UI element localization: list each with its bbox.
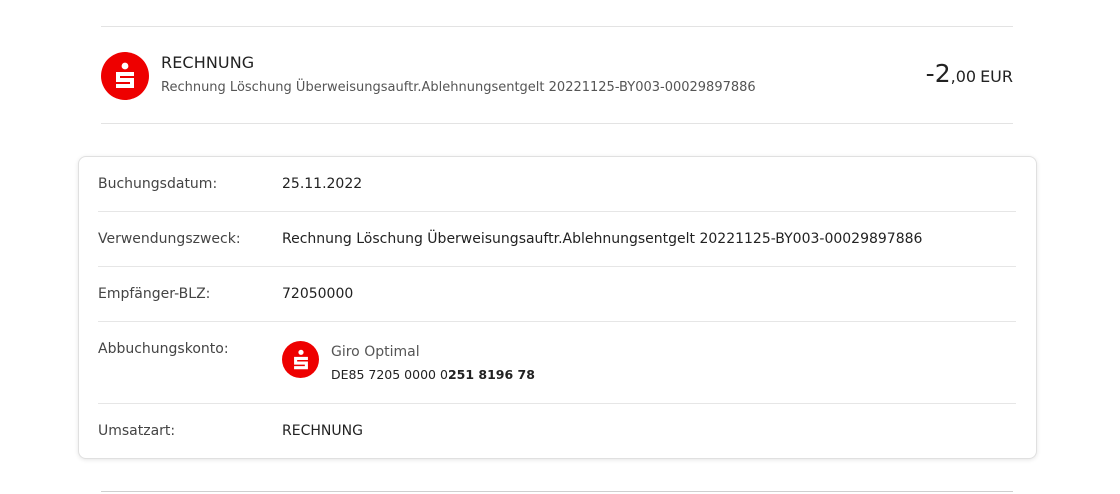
recipient-blz-value: 72050000 xyxy=(282,286,354,302)
purpose-value: Rechnung Löschung Überweisungsauftr.Able… xyxy=(282,231,923,247)
amount-currency: EUR xyxy=(980,67,1013,86)
account-iban: DE85 7205 0000 0251 8196 78 xyxy=(331,367,535,382)
purpose-label: Verwendungszweck: xyxy=(98,231,241,247)
booking-date-label: Buchungsdatum: xyxy=(98,176,218,192)
transaction-amount: -2,00 EUR xyxy=(926,59,1013,88)
row-divider xyxy=(98,321,1016,322)
transaction-detail-page: RECHNUNG Rechnung Löschung Überweisungsa… xyxy=(0,0,1120,494)
row-divider xyxy=(98,211,1016,212)
transaction-type-value: RECHNUNG xyxy=(282,423,363,439)
divider xyxy=(101,26,1013,27)
sparkasse-s-icon xyxy=(282,341,319,378)
account-name: Giro Optimal xyxy=(331,344,420,360)
row-divider xyxy=(98,403,1016,404)
iban-highlight: 251 8196 78 xyxy=(447,367,535,382)
divider xyxy=(101,123,1013,124)
debit-account-label: Abbuchungskonto: xyxy=(98,341,229,357)
recipient-blz-label: Empfänger-BLZ: xyxy=(98,286,211,302)
transaction-subtitle: Rechnung Löschung Überweisungsauftr.Able… xyxy=(161,80,756,95)
amount-integer: -2 xyxy=(925,59,951,88)
transaction-title: RECHNUNG xyxy=(161,53,255,72)
transaction-details-card: Buchungsdatum: 25.11.2022 Verwendungszwe… xyxy=(78,156,1037,459)
booking-date-value: 25.11.2022 xyxy=(282,176,363,192)
amount-decimal: ,00 xyxy=(950,67,977,86)
sparkasse-s-icon xyxy=(101,52,149,100)
transaction-type-label: Umsatzart: xyxy=(98,423,176,439)
row-divider xyxy=(98,266,1016,267)
iban-prefix: DE85 7205 0000 0 xyxy=(331,367,448,382)
divider xyxy=(101,491,1013,492)
